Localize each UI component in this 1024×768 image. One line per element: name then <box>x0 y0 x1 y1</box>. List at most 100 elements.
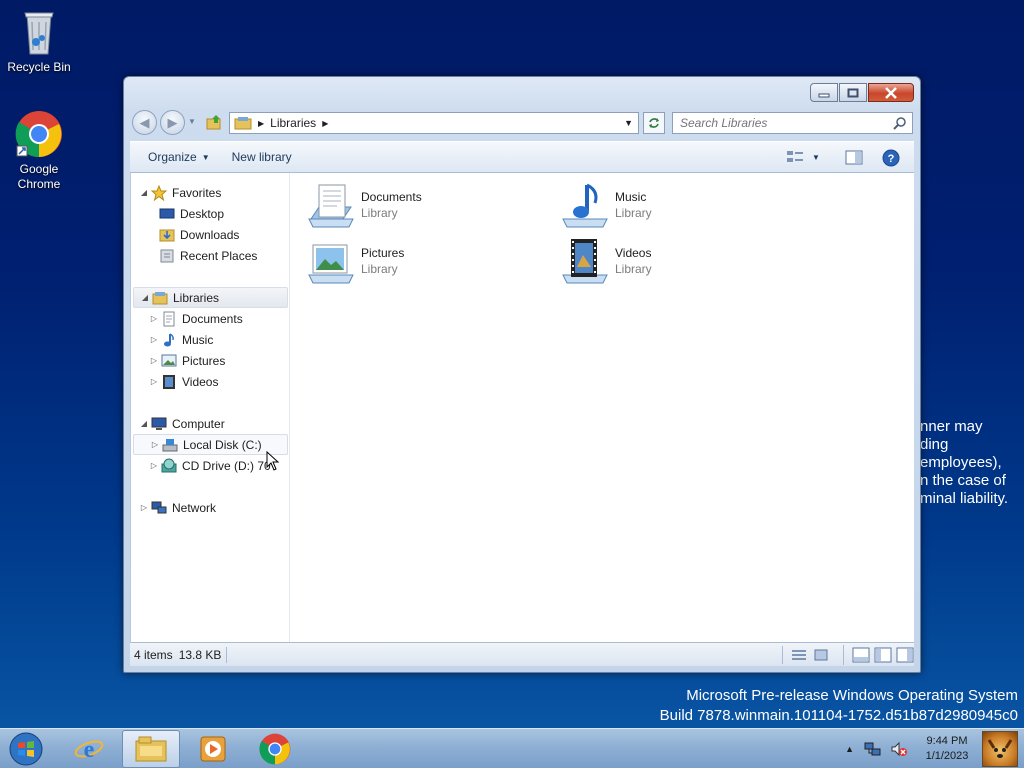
picture-icon <box>161 353 177 369</box>
forward-button[interactable]: ▶ <box>160 110 185 135</box>
breadcrumb-arrow-icon[interactable]: ▶ <box>322 119 328 128</box>
tree-item-local-disk[interactable]: ▷ Local Disk (C:) <box>133 434 288 455</box>
libraries-folder-icon <box>234 116 252 130</box>
desktop-icon-label: Google Chrome <box>17 162 61 191</box>
network-tray-icon[interactable] <box>864 740 882 758</box>
address-bar[interactable]: ▶ Libraries ▶ ▼ <box>229 112 639 134</box>
show-hidden-icons-button[interactable]: ▲ <box>845 744 854 754</box>
explorer-window: ◀ ▶ ▼ ▶ Libraries ▶ ▼ Organize ▼ N <box>123 76 921 673</box>
taskbar-internet-explorer[interactable]: e <box>60 730 118 768</box>
refresh-icon <box>649 118 659 128</box>
breadcrumb-libraries[interactable]: Libraries <box>270 116 316 130</box>
address-dropdown-icon[interactable]: ▼ <box>624 118 633 128</box>
clock-time: 9:44 PM <box>926 735 968 747</box>
document-icon <box>161 311 177 327</box>
close-icon <box>885 86 897 99</box>
recycle-bin-icon <box>19 8 59 56</box>
tree-item-music[interactable]: ▷ Music <box>149 329 213 350</box>
help-button[interactable]: ? <box>882 149 900 170</box>
tree-item-documents[interactable]: ▷ Documents <box>149 308 243 329</box>
expanded-arrow-icon[interactable]: ◢ <box>139 188 149 197</box>
chevron-down-icon: ▼ <box>812 152 820 162</box>
tree-item-desktop[interactable]: Desktop <box>159 203 224 224</box>
collapsed-arrow-icon[interactable]: ▷ <box>149 461 159 470</box>
library-tile-pictures[interactable]: Pictures Library <box>307 235 537 287</box>
navigation-pane-toggle-icon[interactable] <box>874 647 892 663</box>
volume-muted-icon[interactable] <box>890 740 908 758</box>
network-icon <box>151 500 167 516</box>
expanded-arrow-icon[interactable]: ◢ <box>139 419 149 428</box>
mouse-cursor-icon <box>266 451 280 471</box>
desktop-icon-google-chrome[interactable]: Google Chrome <box>1 110 77 192</box>
start-button[interactable] <box>4 730 48 768</box>
svg-text:e: e <box>84 737 95 763</box>
videos-icon <box>561 237 609 285</box>
desktop-folder-icon <box>159 206 175 222</box>
chrome-icon <box>15 110 63 158</box>
collapsed-arrow-icon[interactable]: ▷ <box>149 356 159 365</box>
library-tile-videos[interactable]: Videos Library <box>561 235 791 287</box>
chrome-icon <box>259 733 291 765</box>
collapsed-arrow-icon[interactable]: ▷ <box>149 377 159 386</box>
view-toggle-group <box>782 646 829 664</box>
search-box[interactable] <box>672 112 913 134</box>
tree-computer[interactable]: ◢ Computer <box>139 413 225 434</box>
video-film-icon <box>161 374 177 390</box>
windows-explorer-icon <box>135 736 167 762</box>
tree-network[interactable]: ▷ Network <box>139 497 216 518</box>
expanded-arrow-icon[interactable]: ◢ <box>140 293 150 302</box>
taskbar-google-chrome[interactable] <box>246 730 304 768</box>
recent-pages-dropdown[interactable]: ▼ <box>188 117 196 126</box>
taskbar-media-player[interactable] <box>184 730 242 768</box>
library-tile-documents[interactable]: Documents Library <box>307 179 537 231</box>
change-view-button[interactable]: ▼ <box>786 149 820 165</box>
tree-item-videos[interactable]: ▷ Videos <box>149 371 218 392</box>
library-tile-music[interactable]: Music Library <box>561 179 791 231</box>
search-input[interactable] <box>680 116 890 130</box>
clock-date: 1/1/2023 <box>925 750 969 762</box>
pictures-icon <box>307 237 355 285</box>
legal-notice-text: nner may ding employees), n the case of … <box>920 418 1009 507</box>
collapsed-arrow-icon[interactable]: ▷ <box>150 440 160 449</box>
up-folder-icon <box>206 115 221 130</box>
collapsed-arrow-icon[interactable]: ▷ <box>139 503 149 512</box>
large-icons-view-icon[interactable] <box>813 648 829 662</box>
downloads-folder-icon <box>159 227 175 243</box>
status-bar: 4 items 13.8 KB <box>130 642 914 666</box>
tree-favorites[interactable]: ◢ Favorites <box>139 182 287 203</box>
search-icon[interactable] <box>893 116 907 130</box>
minimize-button[interactable] <box>810 83 838 102</box>
tree-libraries[interactable]: ◢ Libraries <box>133 287 288 308</box>
svg-text:?: ? <box>888 153 895 165</box>
desktop-icon-recycle-bin[interactable]: Recycle Bin <box>1 8 77 75</box>
clock[interactable]: 9:44 PM 1/1/2023 <box>916 734 978 764</box>
new-library-label: New library <box>231 150 292 164</box>
details-view-icon[interactable] <box>791 648 807 662</box>
total-size: 13.8 KB <box>178 647 222 662</box>
collapsed-arrow-icon[interactable]: ▷ <box>149 314 159 323</box>
tree-item-pictures[interactable]: ▷ Pictures <box>149 350 225 371</box>
close-button[interactable] <box>868 83 914 102</box>
back-button[interactable]: ◀ <box>132 110 157 135</box>
collapsed-arrow-icon[interactable]: ▷ <box>149 335 159 344</box>
maximize-button[interactable] <box>839 83 867 102</box>
tree-item-downloads[interactable]: Downloads <box>159 224 239 245</box>
organize-button[interactable]: Organize ▼ <box>138 150 220 164</box>
local-disk-icon <box>162 437 178 453</box>
new-library-button[interactable]: New library <box>222 150 302 164</box>
windows-orb-icon <box>9 732 43 766</box>
up-button[interactable] <box>205 113 223 134</box>
refresh-button[interactable] <box>643 112 665 134</box>
preview-pane-button[interactable] <box>845 150 863 169</box>
user-avatar[interactable] <box>982 731 1018 767</box>
breadcrumb-arrow-icon[interactable]: ▶ <box>258 119 264 128</box>
preview-pane-toggle-icon[interactable] <box>896 647 914 663</box>
status-divider <box>226 646 228 663</box>
tree-item-recent-places[interactable]: Recent Places <box>159 245 257 266</box>
recent-places-icon <box>159 248 175 264</box>
view-options-icon <box>787 151 803 162</box>
dog-avatar-icon <box>987 739 1013 758</box>
music-note-icon <box>161 332 177 348</box>
layout-pane-icon[interactable] <box>852 647 870 663</box>
taskbar-windows-explorer[interactable] <box>122 730 180 768</box>
